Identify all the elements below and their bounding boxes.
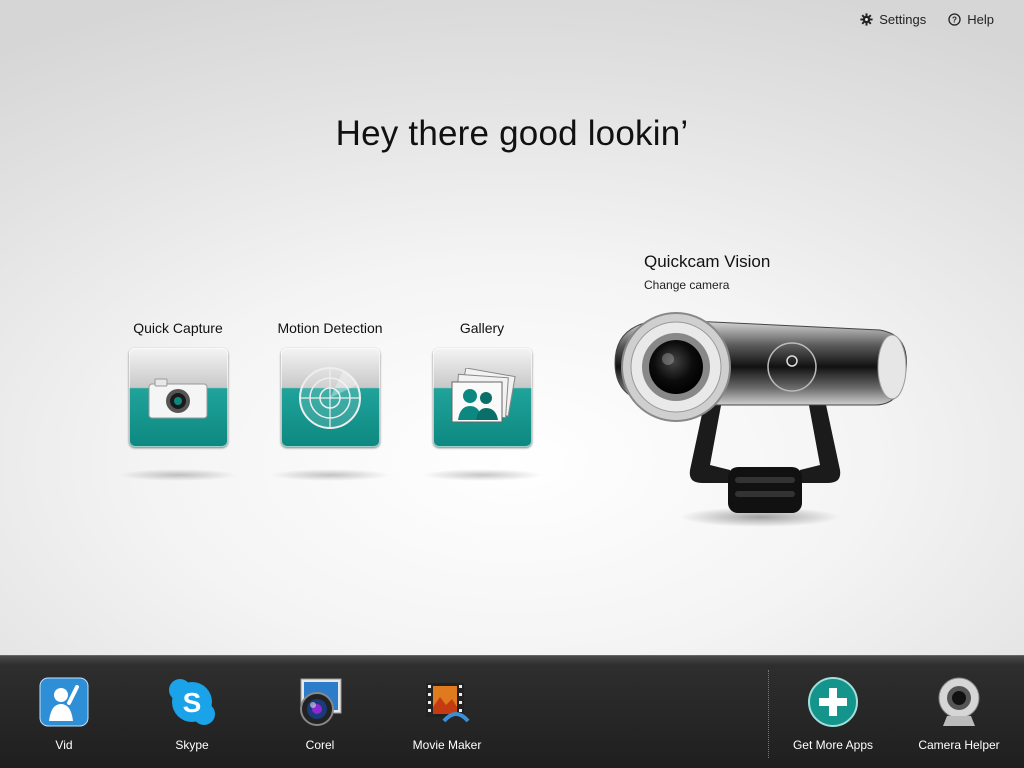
tile-gallery: Gallery: [417, 320, 547, 481]
dock-divider: [768, 670, 769, 758]
tile-quick-capture: Quick Capture: [113, 320, 243, 481]
settings-label: Settings: [879, 12, 927, 27]
webcam-image[interactable]: [610, 305, 910, 535]
radar-icon: [299, 366, 361, 429]
tile-label: Quick Capture: [133, 320, 223, 336]
motion-detection-button[interactable]: [280, 348, 380, 447]
gallery-button[interactable]: [432, 348, 532, 447]
vid-icon: [39, 677, 89, 727]
gear-icon: [860, 13, 873, 26]
camera-icon: [148, 378, 208, 418]
dock-label: Skype: [175, 738, 209, 752]
dock-item-skype[interactable]: S Skype: [142, 676, 242, 752]
dock-label: Camera Helper: [918, 738, 1000, 752]
dock-item-vid[interactable]: Vid: [14, 676, 114, 752]
help-link[interactable]: ? Help: [948, 12, 994, 27]
photos-icon: [451, 367, 516, 422]
dock-item-movie-maker[interactable]: Movie Maker: [397, 676, 497, 752]
tile-shadow: [422, 469, 542, 481]
dock-label: Movie Maker: [412, 738, 482, 752]
tile-shadow: [270, 469, 390, 481]
corel-icon: [300, 678, 342, 726]
tile-shadow: [118, 469, 238, 481]
plus-icon: [808, 677, 858, 727]
webcam-icon: [938, 677, 980, 726]
svg-text:?: ?: [952, 15, 957, 24]
tile-motion-detection: Motion Detection: [265, 320, 395, 481]
app-dock: Vid S Skype Corel Movie Maker Get More A…: [0, 655, 1024, 768]
settings-link[interactable]: Settings: [860, 12, 926, 27]
tile-label: Motion Detection: [277, 320, 383, 336]
dock-label: Get More Apps: [792, 738, 874, 752]
page-title: Hey there good lookin’: [335, 114, 689, 153]
camera-info: Quickcam Vision Change camera: [644, 252, 770, 292]
dock-item-get-more-apps[interactable]: Get More Apps: [783, 676, 883, 752]
dock-item-camera-helper[interactable]: Camera Helper: [909, 676, 1009, 752]
change-camera-link[interactable]: Change camera: [644, 278, 770, 292]
help-icon: ?: [948, 13, 961, 26]
dock-item-corel[interactable]: Corel: [270, 676, 370, 752]
top-bar: Settings ? Help: [860, 12, 994, 27]
movie-maker-icon: [426, 683, 470, 723]
skype-icon: S: [169, 679, 215, 725]
camera-name: Quickcam Vision: [644, 252, 771, 271]
help-label: Help: [967, 12, 994, 27]
dock-label: Vid: [55, 738, 73, 752]
dock-label: Corel: [305, 738, 335, 752]
quick-capture-button[interactable]: [128, 348, 228, 447]
svg-text:S: S: [183, 687, 202, 718]
tile-label: Gallery: [459, 320, 505, 336]
